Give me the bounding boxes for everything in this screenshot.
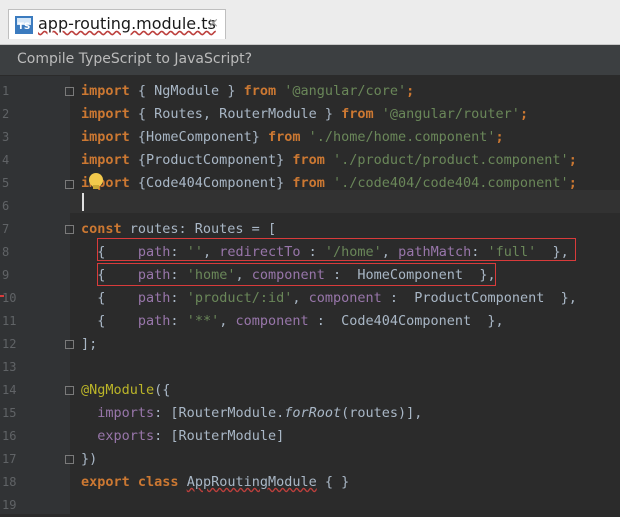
- code-line: export class AppRoutingModule { }: [81, 474, 350, 490]
- code-line: import { Routes, RouterModule } from '@a…: [81, 106, 529, 122]
- line-number: 6: [2, 199, 10, 213]
- code-line: { path: 'product/:id', component : Produ…: [81, 290, 577, 306]
- line-number: 3: [2, 130, 10, 144]
- line-number: 10: [2, 291, 17, 305]
- fold-marker-icon[interactable]: [65, 455, 74, 464]
- line-number: 14: [2, 383, 17, 397]
- line-number: 9: [2, 268, 10, 282]
- code-line: import {HomeComponent} from './home/home…: [81, 129, 504, 145]
- line-number: 12: [2, 337, 17, 351]
- line-number: 1: [2, 84, 10, 98]
- fold-marker-icon[interactable]: [65, 340, 74, 349]
- file-tab[interactable]: TS app-routing.module.ts ×: [8, 9, 226, 39]
- fold-marker-icon[interactable]: [65, 87, 74, 96]
- fold-marker-icon[interactable]: [65, 225, 74, 234]
- code-line: import { NgModule } from '@angular/core'…: [81, 83, 415, 99]
- line-number: 18: [2, 475, 17, 489]
- line-number: 2: [2, 107, 10, 121]
- compile-notification-text: Compile TypeScript to JavaScript?: [17, 51, 253, 67]
- line-number: 11: [2, 314, 17, 328]
- code-line: exports: [RouterModule]: [97, 428, 285, 444]
- line-number: 4: [2, 153, 10, 167]
- line-number: 13: [2, 360, 17, 374]
- code-line: @NgModule({: [81, 382, 171, 398]
- code-line: import {Code404Component} from './code40…: [81, 175, 577, 191]
- code-line: }): [81, 451, 98, 467]
- close-tab-icon[interactable]: ×: [208, 16, 219, 31]
- text-caret: [82, 193, 84, 211]
- highlight-box-home-route: [97, 263, 496, 286]
- line-number: 15: [2, 406, 17, 420]
- highlight-box-redirect-route: [97, 238, 576, 261]
- editor-tab-bar: TS app-routing.module.ts ×: [0, 0, 620, 45]
- lightbulb-icon[interactable]: [89, 173, 103, 189]
- fold-marker-icon[interactable]: [65, 386, 74, 395]
- line-number: 5: [2, 176, 10, 190]
- fold-marker-icon[interactable]: [65, 180, 74, 189]
- code-line: imports: [RouterModule.forRoot(routes)],: [97, 405, 423, 421]
- compile-notification-bar[interactable]: Compile TypeScript to JavaScript?: [0, 45, 620, 76]
- line-number: 8: [2, 245, 10, 259]
- line-number: 16: [2, 429, 17, 443]
- change-marker: [0, 295, 4, 297]
- code-line: { path: '**', component : Code404Compone…: [81, 313, 504, 329]
- code-line: ];: [81, 336, 98, 352]
- line-number: 7: [2, 222, 10, 236]
- file-tab-title: app-routing.module.ts: [38, 14, 216, 33]
- line-number: 17: [2, 452, 17, 466]
- typescript-file-icon: TS: [15, 16, 33, 34]
- code-line: import {ProductComponent} from './produc…: [81, 152, 577, 168]
